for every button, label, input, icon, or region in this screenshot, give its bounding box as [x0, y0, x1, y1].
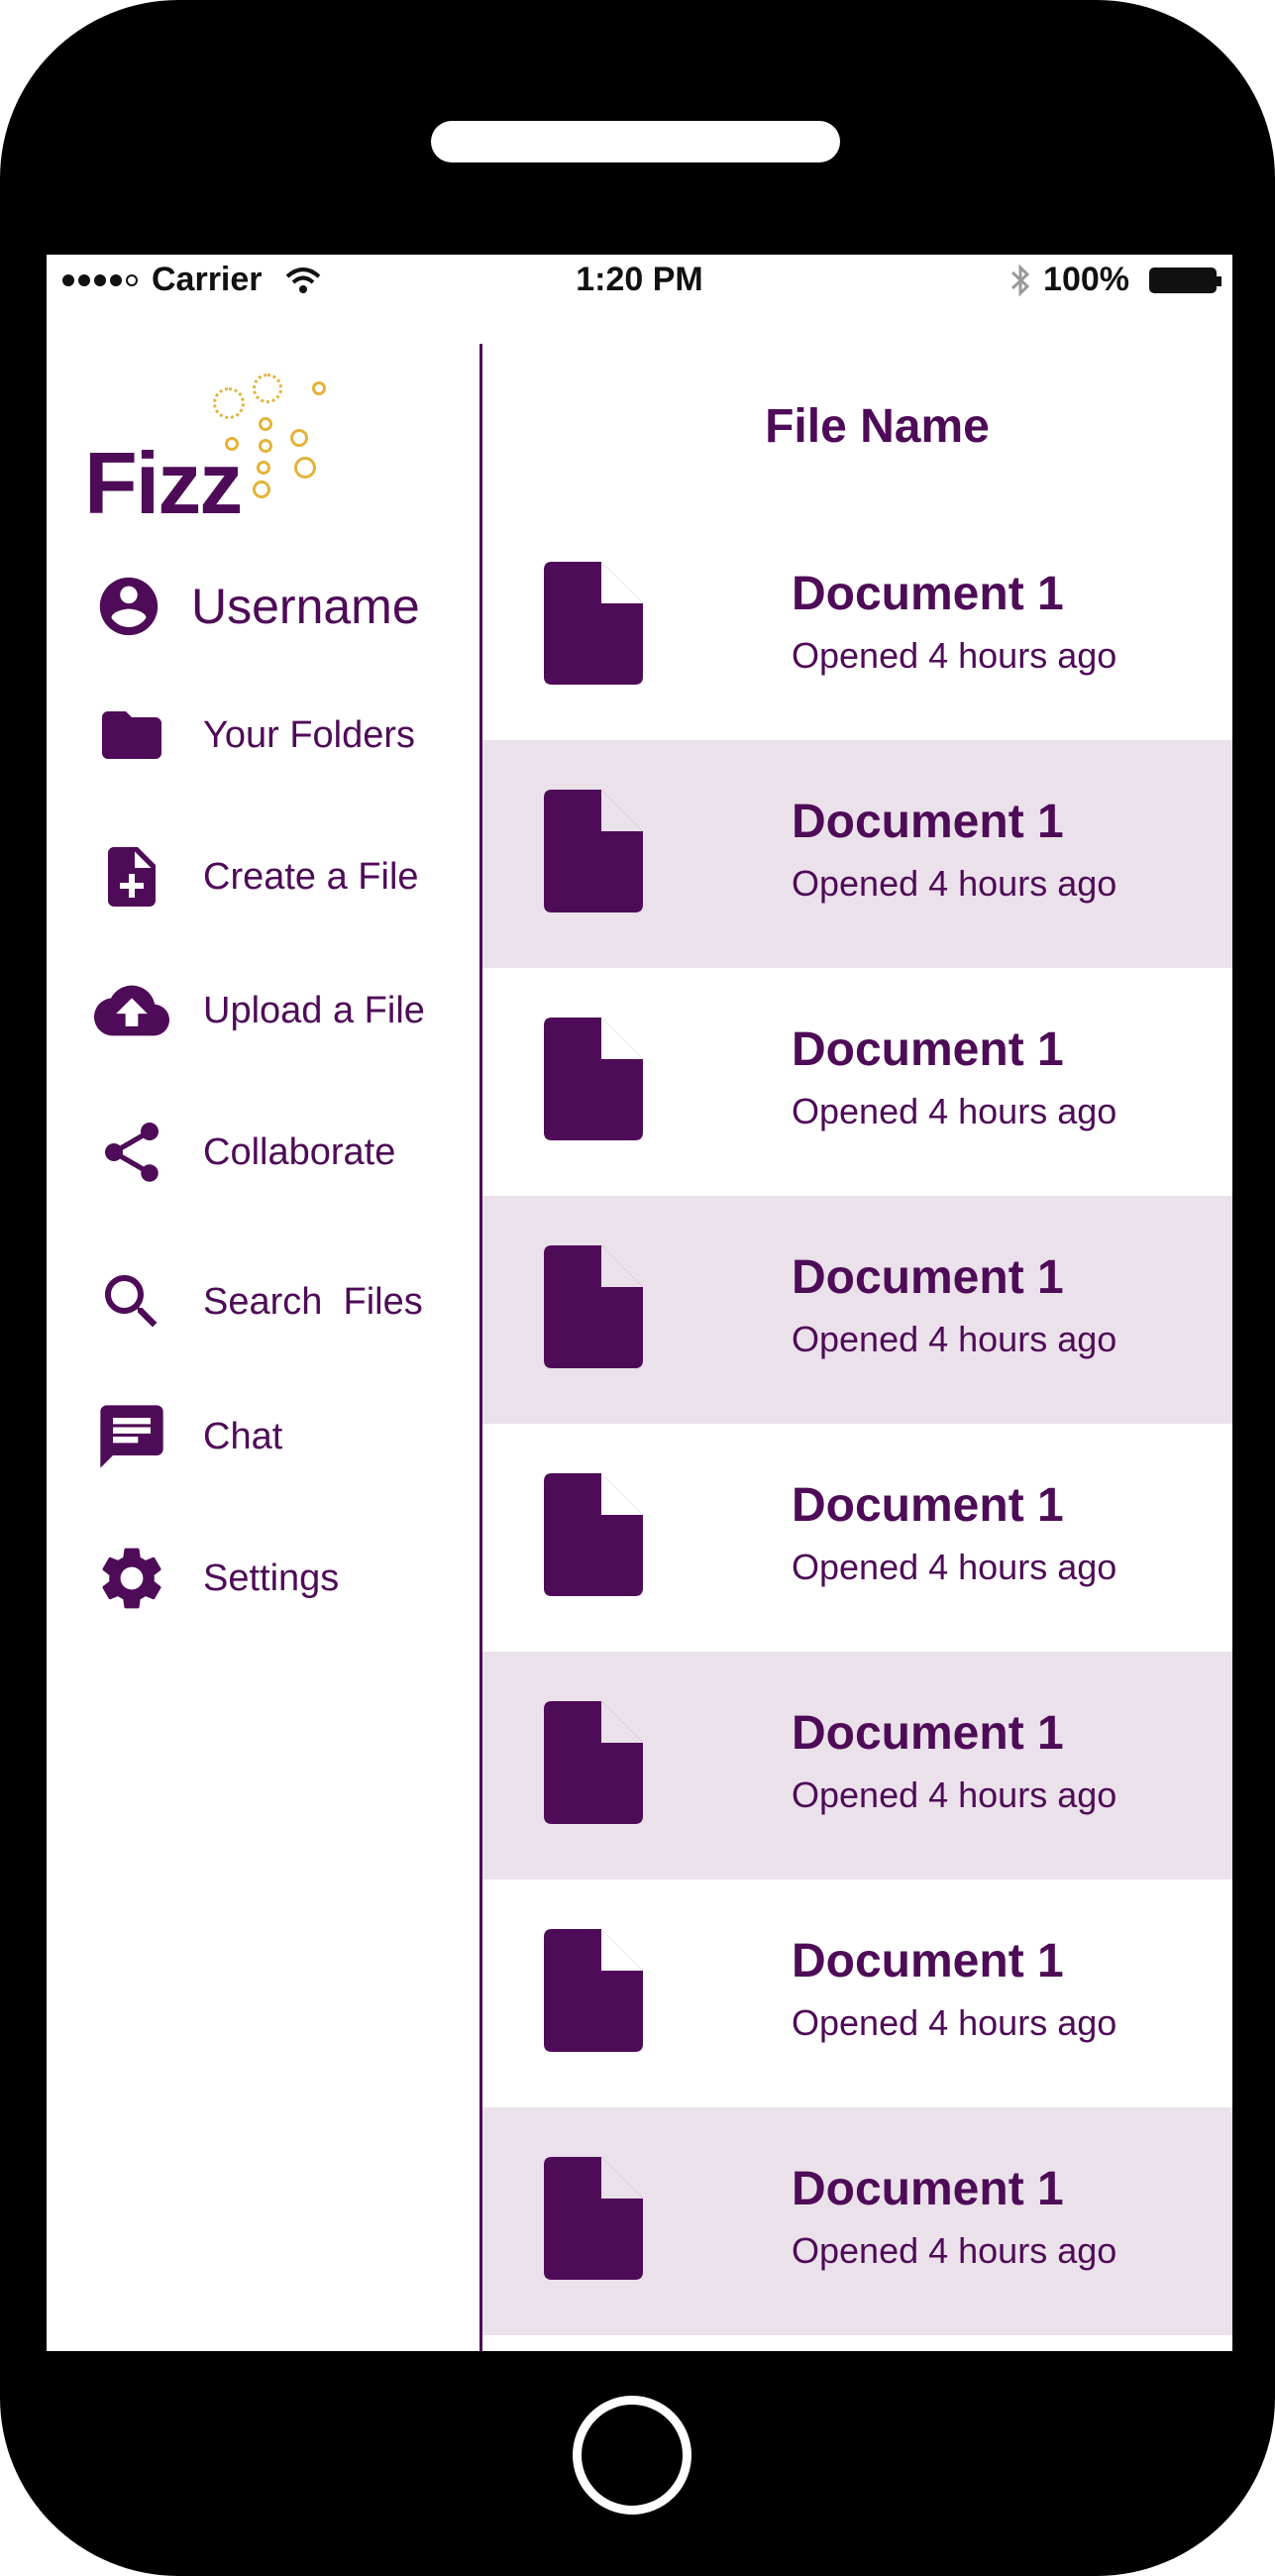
file-text: Document 1 Opened 4 hours ago — [792, 1022, 1116, 1132]
file-opened-time: Opened 4 hours ago — [792, 1091, 1117, 1131]
file-opened-time: Opened 4 hours ago — [792, 2002, 1117, 2043]
search-icon — [94, 1264, 169, 1340]
file-name: Document 1 — [792, 1251, 1064, 1304]
logo-text: Fizz — [84, 434, 243, 532]
gear-icon — [94, 1541, 169, 1616]
file-text: Document 1 Opened 4 hours ago — [792, 1250, 1116, 1360]
file-name: Document 1 — [792, 568, 1064, 620]
battery-icon — [1149, 267, 1222, 293]
document-icon — [544, 562, 643, 685]
file-name: Document 1 — [792, 796, 1064, 848]
file-row[interactable]: Document 1 Opened 4 hours ago — [482, 1196, 1232, 1424]
share-icon — [94, 1115, 169, 1190]
file-name: Document 1 — [792, 1479, 1064, 1532]
file-opened-time: Opened 4 hours ago — [792, 1774, 1117, 1815]
file-opened-time: Opened 4 hours ago — [792, 635, 1117, 676]
nav-label: Settings — [203, 1556, 340, 1599]
status-bar: Carrier 1:20 PM 100% — [47, 255, 1232, 306]
file-row[interactable]: Document 1 Opened 4 hours ago — [482, 740, 1232, 968]
cloud-upload-icon — [94, 973, 169, 1048]
file-text: Document 1 Opened 4 hours ago — [792, 1478, 1116, 1588]
file-row[interactable]: Document 1 Opened 4 hours ago — [482, 512, 1232, 740]
folder-icon — [94, 698, 169, 773]
nav-settings[interactable]: Settings — [94, 1539, 339, 1618]
file-opened-time: Opened 4 hours ago — [792, 1547, 1117, 1587]
screen: Carrier 1:20 PM 100% Fizz Username Your … — [47, 255, 1232, 2351]
nav-label: Upload a File — [203, 989, 425, 1031]
nav-label: Create a File — [203, 855, 419, 898]
file-text: Document 1 Opened 4 hours ago — [792, 1934, 1116, 2044]
file-name: Document 1 — [792, 1707, 1064, 1760]
file-row[interactable]: Document 1 Opened 4 hours ago — [482, 1652, 1232, 1879]
file-name-column-header: File Name — [765, 400, 990, 453]
document-icon — [544, 1018, 643, 1140]
file-list-header: File Name — [482, 344, 1232, 512]
fizz-logo: Fizz — [84, 374, 342, 532]
file-add-icon — [94, 839, 169, 914]
file-text: Document 1 Opened 4 hours ago — [792, 1706, 1116, 1816]
nav-label: Collaborate — [203, 1130, 396, 1173]
file-text: Document 1 Opened 4 hours ago — [792, 567, 1116, 677]
document-icon — [544, 1245, 643, 1368]
document-icon — [544, 2157, 643, 2280]
file-row[interactable]: Document 1 Opened 4 hours ago — [482, 2107, 1232, 2335]
document-icon — [544, 1929, 643, 2052]
file-row[interactable]: Document 1 Opened 4 hours ago — [482, 1424, 1232, 1652]
account-circle-icon — [99, 577, 159, 636]
username-label: Username — [191, 579, 420, 634]
battery-percent: 100% — [1043, 261, 1129, 298]
file-row[interactable]: Document 1 Opened 4 hours ago — [482, 1879, 1232, 2107]
file-name: Document 1 — [792, 1935, 1064, 1987]
document-icon — [544, 1701, 643, 1824]
chat-icon — [94, 1399, 169, 1474]
nav-chat[interactable]: Chat — [94, 1397, 282, 1476]
home-button[interactable] — [573, 2396, 691, 2515]
file-name: Document 1 — [792, 1023, 1064, 1076]
phone-speaker — [431, 121, 840, 162]
nav-your-folders[interactable]: Your Folders — [94, 696, 415, 775]
nav-label: Chat — [203, 1415, 283, 1457]
file-text: Document 1 Opened 4 hours ago — [792, 2162, 1116, 2272]
nav-label: Your Folders — [203, 713, 416, 756]
file-opened-time: Opened 4 hours ago — [792, 1319, 1117, 1359]
document-icon — [544, 790, 643, 912]
phone-frame: Carrier 1:20 PM 100% Fizz Username Your … — [0, 0, 1275, 2576]
file-list: Document 1 Opened 4 hours ago Document 1… — [482, 512, 1232, 2335]
nav-create-file[interactable]: Create a File — [94, 837, 419, 916]
user-profile[interactable]: Username — [94, 572, 420, 641]
file-text: Document 1 Opened 4 hours ago — [792, 795, 1116, 905]
nav-label: Search Files — [203, 1280, 423, 1323]
nav-upload-file[interactable]: Upload a File — [94, 971, 425, 1050]
nav-collaborate[interactable]: Collaborate — [94, 1113, 395, 1192]
document-icon — [544, 1473, 643, 1596]
file-opened-time: Opened 4 hours ago — [792, 863, 1117, 904]
status-right: 100% — [1009, 261, 1222, 299]
nav-search-files[interactable]: Search Files — [94, 1262, 423, 1342]
file-opened-time: Opened 4 hours ago — [792, 2230, 1117, 2271]
file-row[interactable]: Document 1 Opened 4 hours ago — [482, 968, 1232, 1196]
file-name: Document 1 — [792, 2163, 1064, 2215]
bluetooth-icon — [1011, 263, 1030, 297]
sidebar — [47, 344, 480, 2351]
